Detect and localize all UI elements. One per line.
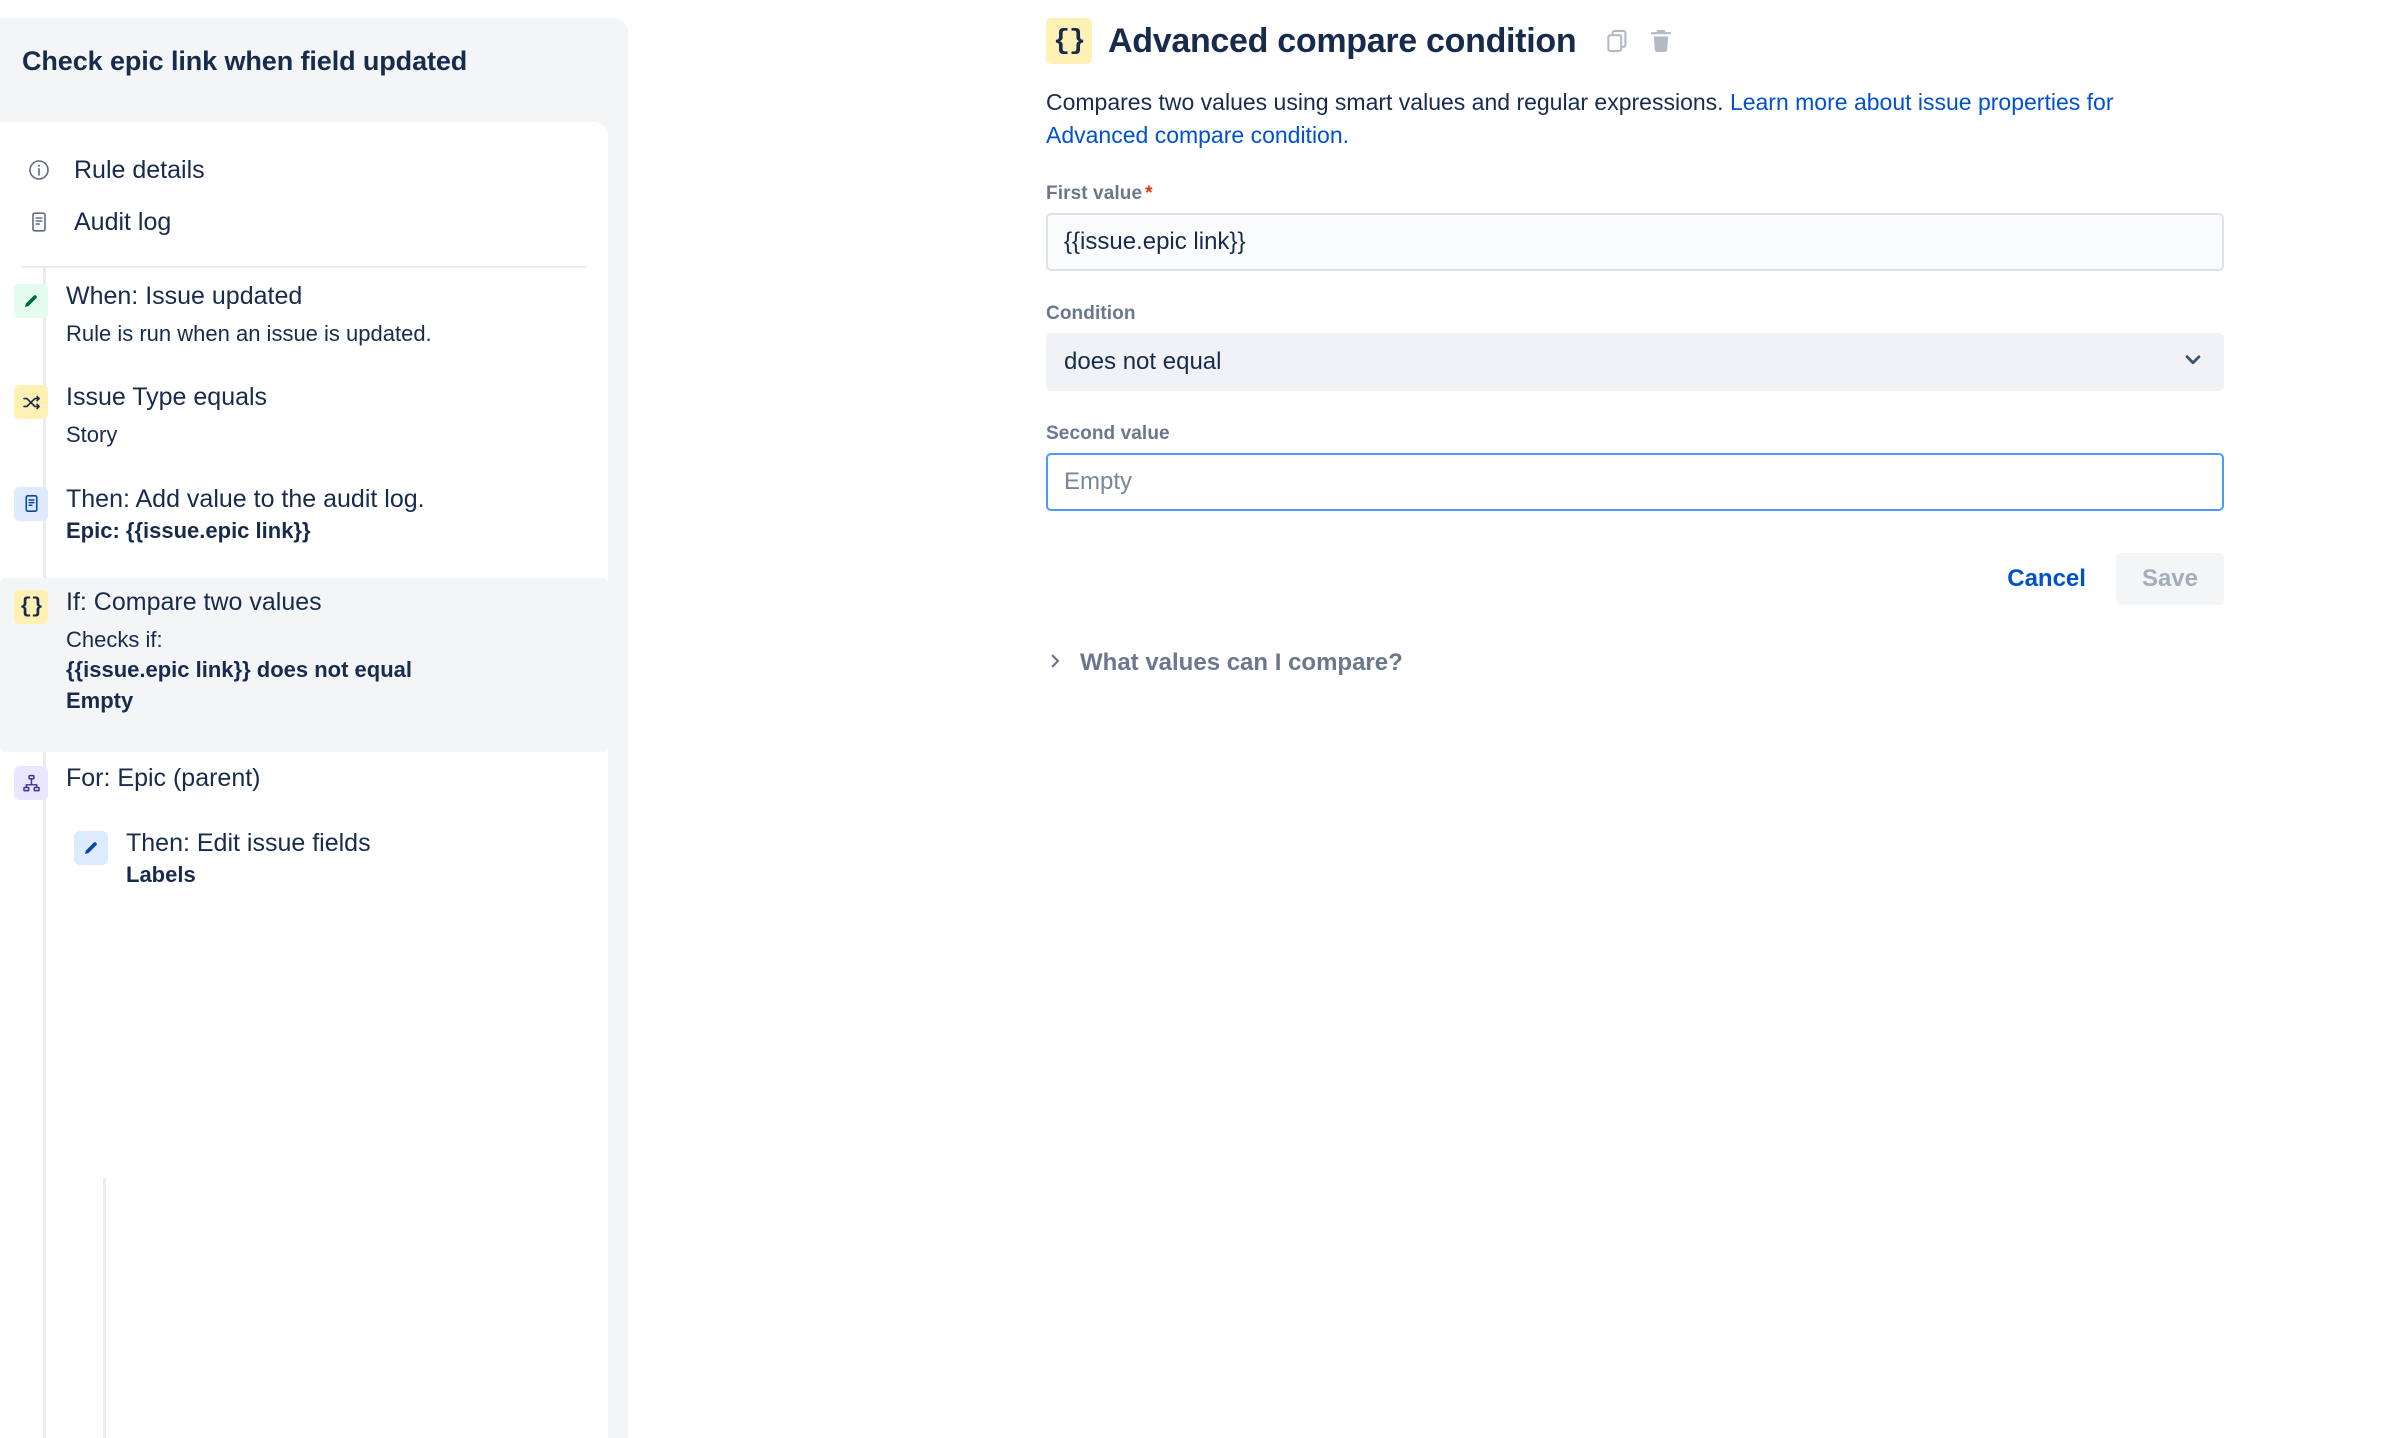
second-value-input[interactable]: [1046, 453, 2224, 512]
detail-description: Compares two values using smart values a…: [1046, 86, 2196, 151]
rule-title: Check epic link when field updated: [22, 46, 468, 76]
component-subtitle: Checks if:: [66, 627, 163, 653]
disclosure-label: What values can I compare?: [1080, 649, 1403, 677]
rule-nav: Rule details Audit log: [0, 122, 608, 248]
component-detail: {{issue.epic link}} does not equal Empty: [66, 657, 412, 713]
rule-component-condition-issue-type[interactable]: Issue Type equals Story: [0, 381, 608, 472]
sidebar-item-audit-log[interactable]: Audit log: [0, 196, 608, 248]
condition-selected-value: does not equal: [1064, 348, 1222, 376]
braces-glyph: {}: [1053, 25, 1086, 57]
rule-component-compare-two-values[interactable]: {} If: Compare two values Checks if: {{i…: [0, 578, 608, 753]
automation-rule-editor: Check epic link when field updated Rule …: [0, 0, 2400, 1438]
description-text: Compares two values using smart values a…: [1046, 89, 1730, 115]
timeline-branch-line: [103, 1178, 106, 1438]
component-title: Then: Add value to the audit log.: [66, 484, 425, 513]
braces-icon: {}: [1046, 18, 1092, 64]
info-icon: [26, 157, 52, 183]
audit-log-icon: [26, 209, 52, 235]
header-actions: [1600, 24, 1678, 58]
second-value-label: Second value: [1046, 423, 1170, 445]
sidebar-item-label: Rule details: [74, 155, 205, 184]
save-button[interactable]: Save: [2115, 553, 2224, 606]
component-detail: Labels: [126, 862, 196, 888]
condition-select-wrapper: does not equal: [1046, 333, 2224, 392]
audit-log-icon: [14, 486, 48, 521]
component-detail-panel: {} Advanced compare condition Compares t…: [1046, 18, 2336, 677]
braces-glyph: {}: [19, 595, 43, 619]
sidebar-item-rule-details[interactable]: Rule details: [0, 144, 608, 196]
component-title: For: Epic (parent): [66, 764, 261, 793]
pencil-icon: [74, 831, 108, 866]
rule-component-branch-epic-parent[interactable]: For: Epic (parent): [0, 762, 608, 817]
hierarchy-icon: [14, 766, 48, 801]
component-title: Issue Type equals: [66, 383, 268, 412]
what-values-disclosure[interactable]: What values can I compare?: [1046, 649, 2336, 677]
rule-component-edit-issue-fields[interactable]: Then: Edit issue fields Labels: [0, 827, 608, 912]
pencil-icon: [14, 284, 48, 318]
component-title: If: Compare two values: [66, 588, 322, 617]
condition-label: Condition: [1046, 303, 1136, 325]
chevron-right-icon: [1046, 652, 1064, 675]
component-title: When: Issue updated: [66, 282, 303, 310]
condition-field: Condition does not equal: [1046, 303, 2224, 392]
braces-icon: {}: [14, 590, 48, 625]
first-value-label: First value *: [1046, 183, 2224, 205]
second-value-field: Second value: [1046, 423, 2224, 512]
detail-header: {} Advanced compare condition: [1046, 18, 2336, 64]
sidebar-item-label: Audit log: [74, 207, 172, 236]
duplicate-icon[interactable]: [1600, 24, 1634, 58]
delete-icon[interactable]: [1644, 24, 1678, 58]
component-subtitle: Story: [66, 422, 118, 448]
first-value-field: First value *: [1046, 183, 2224, 272]
page-title: Advanced compare condition: [1108, 21, 1577, 60]
component-title: Then: Edit issue fields: [126, 829, 371, 858]
shuffle-icon: [14, 385, 48, 420]
rule-card: Rule details Audit log When: Issue updat…: [0, 122, 608, 1438]
required-asterisk: *: [1145, 183, 1153, 205]
form-actions: Cancel Save: [1046, 553, 2224, 606]
component-detail: Epic: {{issue.epic link}}: [66, 517, 311, 543]
rule-component-trigger[interactable]: When: Issue updated Rule is run when an …: [0, 280, 608, 371]
rule-timeline: When: Issue updated Rule is run when an …: [0, 268, 608, 1438]
rule-sidebar: Check epic link when field updated Rule …: [0, 18, 628, 1438]
condition-select[interactable]: does not equal: [1046, 333, 2224, 392]
first-value-input[interactable]: [1046, 213, 2224, 272]
rule-component-audit-log-action[interactable]: Then: Add value to the audit log. Epic: …: [0, 483, 608, 568]
component-subtitle: Rule is run when an issue is updated.: [66, 321, 432, 346]
cancel-button[interactable]: Cancel: [1991, 553, 2102, 605]
field-label-text: First value: [1046, 183, 1143, 205]
